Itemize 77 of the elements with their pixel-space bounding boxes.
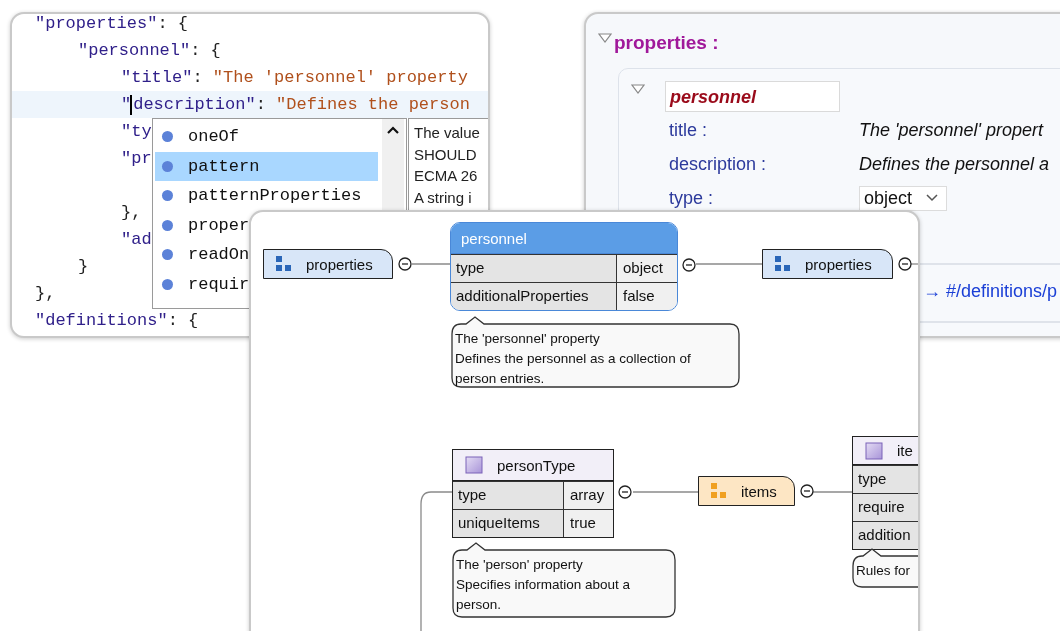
field-label: description :: [669, 153, 768, 176]
collapse-icon[interactable]: [618, 485, 632, 499]
collapse-icon[interactable]: [800, 484, 814, 498]
documentation-text: ECMA 26: [414, 166, 478, 186]
property-name: addition: [853, 522, 918, 549]
code-line: "pr: [121, 149, 152, 168]
reference-link[interactable]: → #/definitions/p: [923, 281, 1058, 302]
collapse-icon[interactable]: [898, 257, 912, 271]
documentation-text: A string i: [414, 187, 472, 208]
code-line: "definitions": {: [35, 311, 199, 330]
property-name: type: [853, 466, 918, 493]
code-line: }: [78, 257, 89, 276]
schema-node[interactable]: personType type array uniqueItems true: [452, 449, 614, 538]
documentation-text: The value: [414, 123, 480, 143]
group-node[interactable]: properties: [263, 249, 393, 279]
annotation-text: Specifies information about a person.: [456, 576, 632, 614]
node-title: ite: [897, 442, 913, 459]
disclosure-triangle-icon[interactable]: [631, 83, 645, 95]
code-line: "ad: [121, 230, 152, 249]
code-line: },: [35, 284, 56, 303]
squares-icon: [276, 256, 292, 272]
completion-item[interactable]: requir: [155, 269, 250, 299]
field-label: type :: [669, 187, 715, 210]
property-value: true: [564, 510, 613, 537]
collapse-icon[interactable]: [682, 258, 696, 272]
node-label: properties: [805, 255, 872, 273]
annotation-text: The 'personnel' property: [455, 330, 601, 348]
connector-line: [632, 491, 699, 493]
documentation-text: SHOULD: [414, 144, 477, 165]
annotation-text: Defines the personnel as a collection of person entries.: [455, 350, 692, 388]
code-line: "properties": {: [35, 14, 189, 33]
schema-node[interactable]: personnel type object additionalProperties false: [450, 222, 678, 311]
completion-item[interactable]: patternProperties: [155, 181, 362, 211]
field-value: The 'personnel' propert: [859, 119, 1045, 141]
property-name-field[interactable]: personnel: [665, 81, 840, 112]
property-name: type: [451, 255, 617, 282]
field-value: Defines the personnel a: [859, 153, 1050, 175]
schema-node[interactable]: ite type require addition: [852, 436, 918, 550]
square-icon: [465, 456, 483, 474]
completion-item[interactable]: pattern: [155, 151, 378, 181]
square-icon: [865, 441, 883, 460]
field-label: title :: [669, 119, 708, 142]
squares-icon: [711, 483, 727, 499]
node-title: personnel: [461, 229, 527, 247]
annotation-text: The 'person' property: [456, 556, 584, 574]
section-heading: properties :: [614, 32, 719, 54]
connector-line: [910, 263, 918, 265]
node-label: items: [741, 482, 777, 500]
annotation-text: Rules for: [856, 562, 912, 580]
property-value: object: [617, 255, 677, 282]
code-line: },: [121, 203, 142, 222]
squares-icon: [775, 256, 791, 272]
completion-item[interactable]: readOn: [155, 240, 250, 270]
collapse-icon[interactable]: [398, 257, 412, 271]
code-line: "title": "The 'personnel' property: [121, 68, 468, 87]
chevron-down-icon: [926, 194, 939, 202]
code-line: "description": "Defines the person: [121, 95, 470, 114]
property-value: array: [564, 482, 613, 509]
property-value: false: [617, 283, 677, 310]
property-name: additionalProperties: [451, 283, 617, 310]
node-title: personType: [497, 456, 576, 474]
completion-item[interactable]: proper: [155, 210, 250, 240]
group-node[interactable]: properties: [762, 249, 893, 279]
completion-item[interactable]: oneOf: [155, 122, 239, 152]
scroll-up-icon[interactable]: [387, 126, 399, 134]
property-name: require: [853, 494, 918, 521]
node-label: properties: [306, 255, 373, 273]
connector-line: [695, 263, 763, 265]
property-name: uniqueItems: [453, 510, 564, 537]
group-node[interactable]: items: [698, 476, 795, 506]
property-name: type: [453, 482, 564, 509]
code-line: "personnel": {: [78, 41, 221, 60]
type-dropdown[interactable]: object: [859, 185, 948, 211]
connector-line: [812, 491, 853, 493]
connector-line: [411, 263, 451, 265]
disclosure-triangle-icon[interactable]: [598, 32, 612, 44]
code-line: "ty: [121, 122, 152, 141]
